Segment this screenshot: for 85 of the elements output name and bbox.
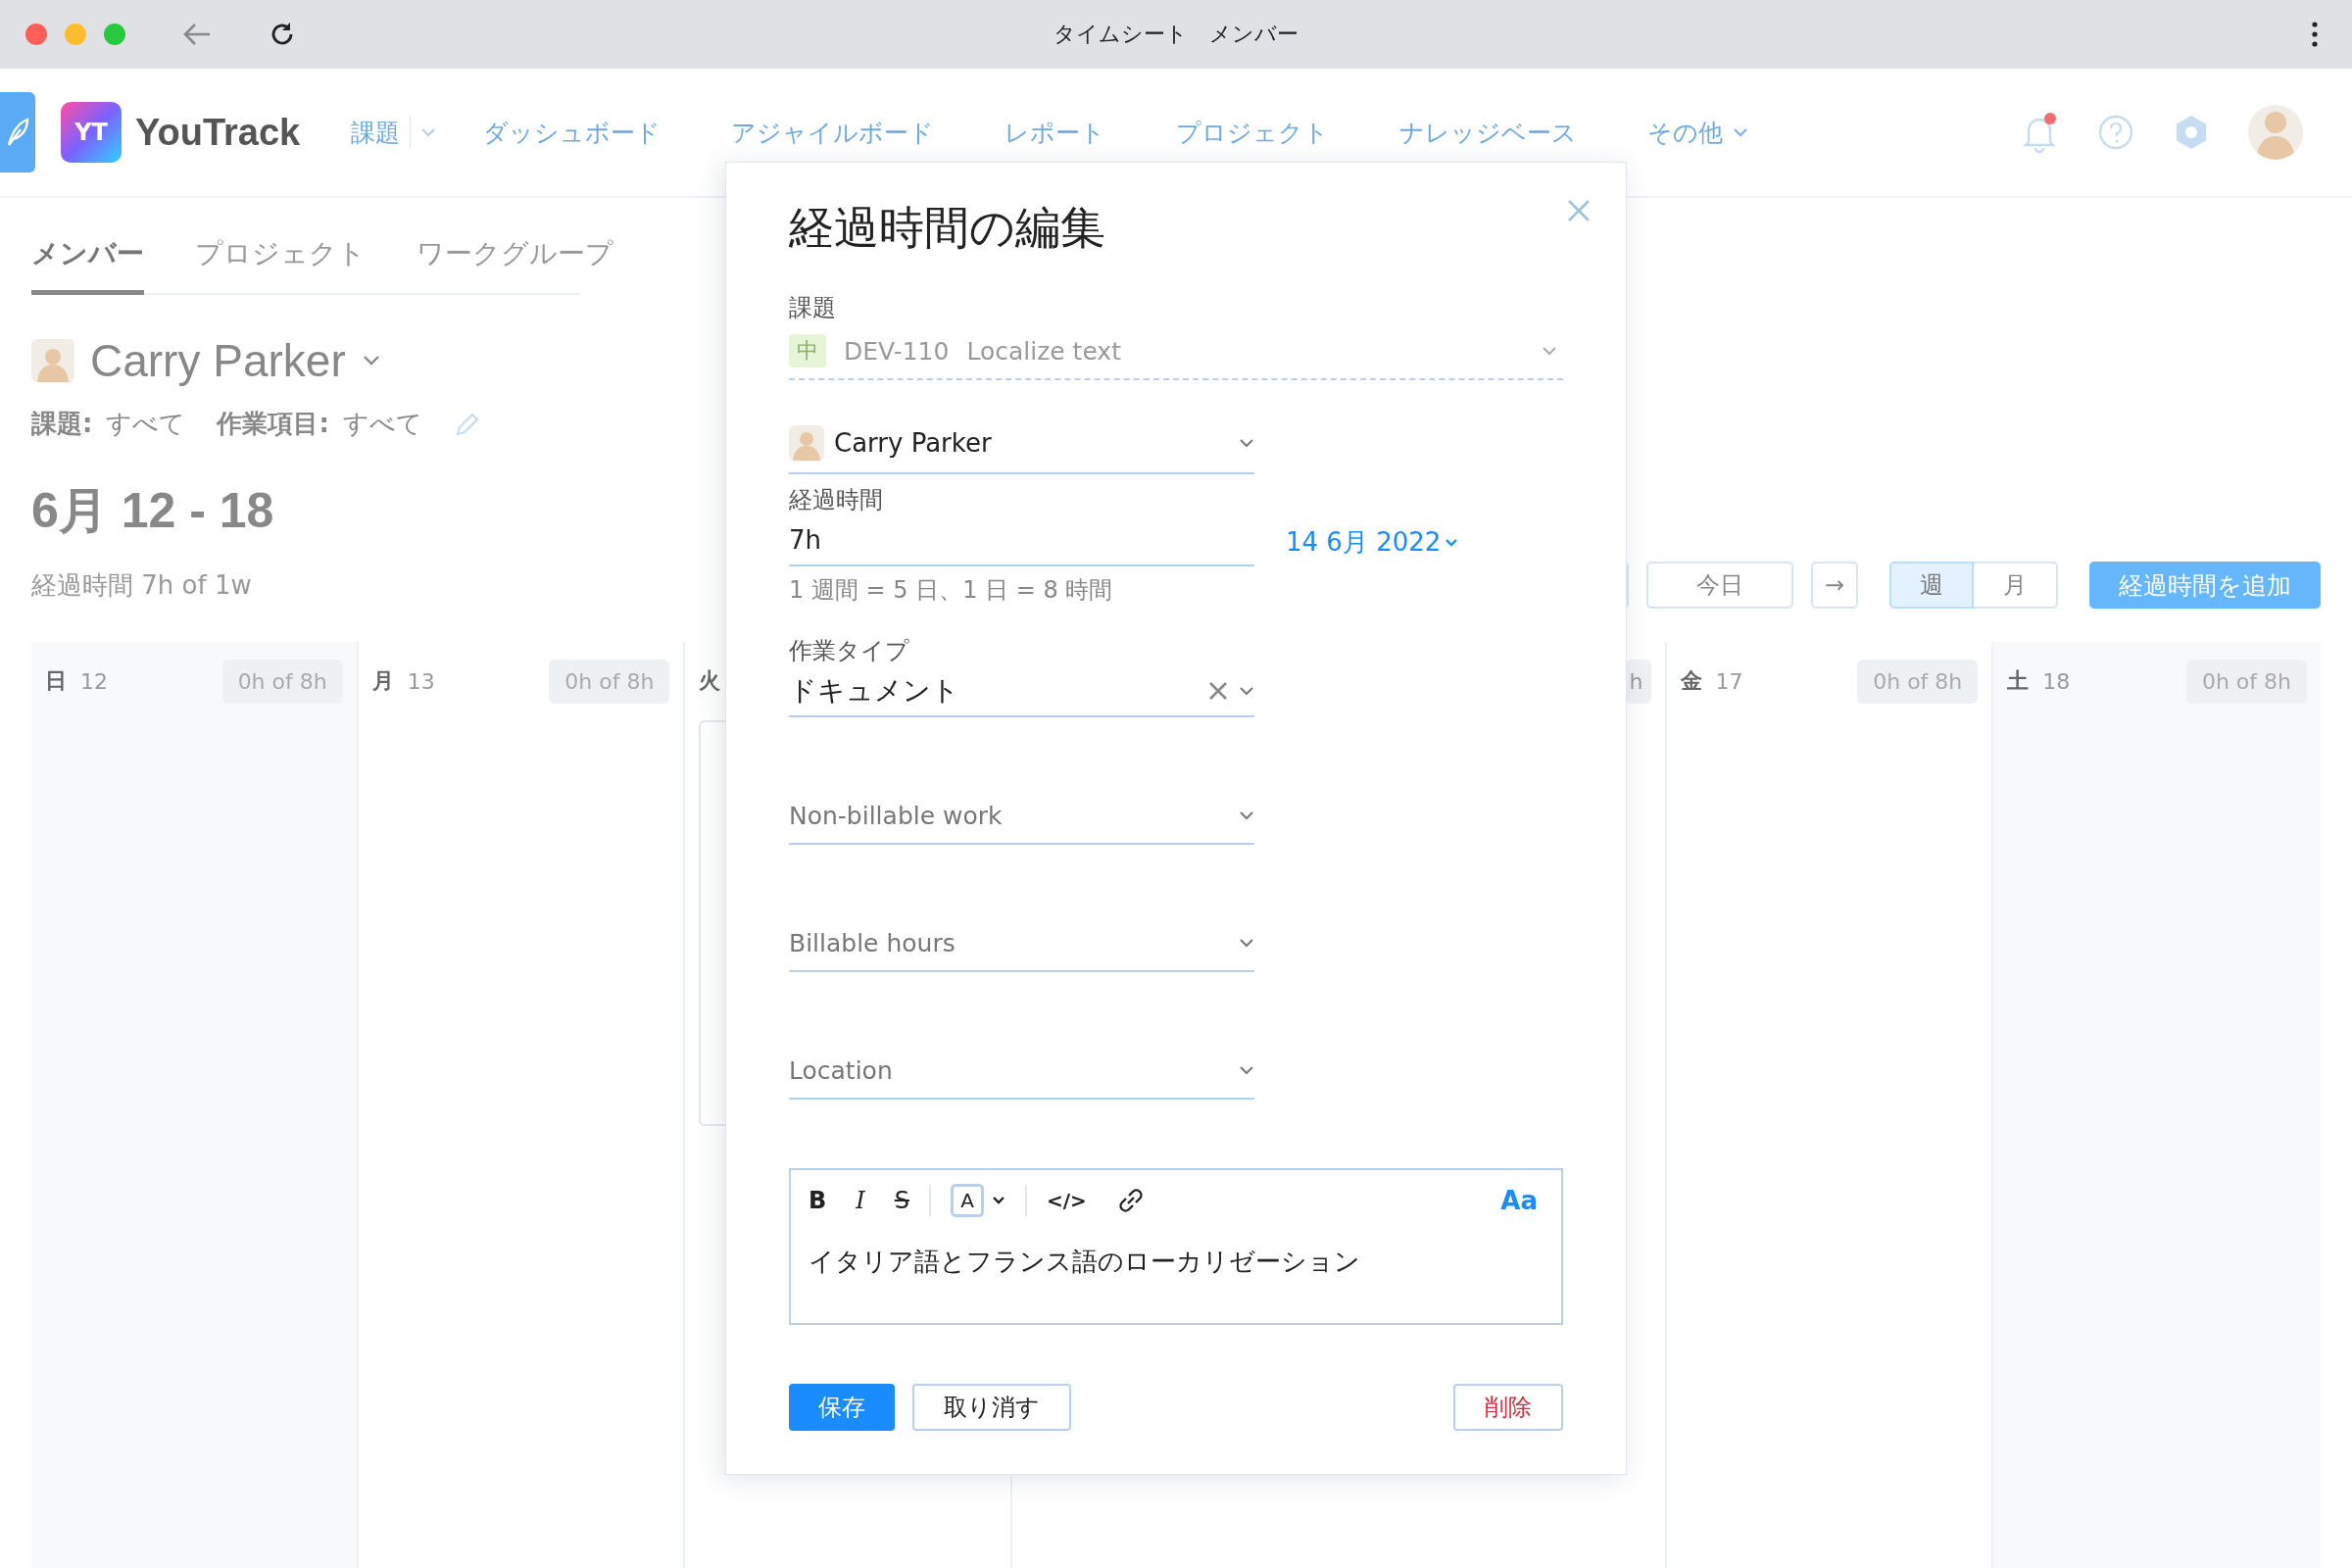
work-type-select[interactable]: ドキュメント	[789, 666, 1254, 717]
weekday: 日	[45, 667, 67, 695]
day-number: 17	[1715, 668, 1743, 694]
close-icon[interactable]	[1566, 198, 1592, 223]
format-button[interactable]: S	[894, 1187, 909, 1214]
nav-link[interactable]: ナレッジベース	[1399, 116, 1578, 149]
tab[interactable]: ワークグループ	[416, 235, 613, 295]
filter-value[interactable]: すべて	[342, 407, 422, 441]
tab[interactable]: メンバー	[31, 235, 144, 295]
nav-link[interactable]: レポート	[1004, 116, 1106, 149]
feather-icon	[6, 118, 29, 147]
hours-badge: 0h of 8h	[1857, 659, 1979, 704]
close-window-button[interactable]	[25, 24, 47, 45]
field-label: 経過時間	[789, 485, 884, 515]
field-label: 作業タイプ	[789, 636, 910, 666]
user-avatar	[31, 339, 74, 382]
hours-badge: h	[1625, 659, 1651, 704]
duration-hint: 1 週間 = 5 日、1 日 = 8 時間	[789, 575, 1114, 606]
help-icon[interactable]	[2097, 114, 2134, 151]
field-label: 課題	[789, 293, 837, 323]
filter-label: 課題:	[31, 408, 93, 440]
nav-link[interactable]: アジャイルボード	[731, 116, 935, 149]
logo-badge[interactable]: YT	[61, 102, 122, 163]
view-toggle[interactable]: 月	[1974, 562, 2058, 609]
issue-select[interactable]: 中 DEV-110 Localize text	[789, 323, 1563, 380]
hours-badge: 0h of 8h	[221, 659, 343, 704]
author-select[interactable]: Carry Parker	[789, 414, 1254, 474]
weekday: 土	[2007, 667, 2030, 695]
weekday: 月	[371, 667, 394, 695]
day-number: 13	[407, 668, 435, 694]
sidebar-toggle-button[interactable]	[0, 92, 35, 172]
view-toggle[interactable]: 週	[1889, 562, 1974, 609]
next-week-button[interactable]: →	[1811, 562, 1858, 609]
dialog-button[interactable]: 保存	[789, 1384, 895, 1431]
format-toggle-button[interactable]: Aa	[1500, 1186, 1538, 1215]
user-avatar	[789, 425, 824, 461]
custom-field-select[interactable]: Billable hours	[789, 915, 1254, 972]
clear-icon[interactable]	[1207, 680, 1229, 702]
minimize-window-button[interactable]	[65, 24, 86, 45]
day-number: 18	[2042, 668, 2071, 694]
back-arrow-icon[interactable]	[182, 22, 212, 47]
today-button[interactable]: 今日	[1646, 562, 1793, 609]
dialog-title: 経過時間の編集	[789, 200, 1106, 256]
user-avatar[interactable]	[2248, 105, 2303, 160]
tab[interactable]: プロジェクト	[195, 235, 366, 295]
date-picker[interactable]: 14 6月 2022	[1286, 525, 1459, 560]
caret-icon[interactable]	[992, 1196, 1005, 1205]
weekday: 金	[1680, 667, 1702, 695]
text-color-button[interactable]: A	[951, 1184, 984, 1217]
day-number: 12	[80, 668, 108, 694]
format-button[interactable]: B	[808, 1187, 827, 1214]
filter-value[interactable]: すべて	[106, 407, 186, 441]
logo-text[interactable]: YouTrack	[135, 111, 301, 154]
custom-field-select[interactable]: Location	[789, 1043, 1254, 1100]
filter-label: 作業項目:	[217, 408, 329, 440]
hours-badge: 0h of 8h	[549, 659, 670, 704]
nav-link[interactable]: プロジェクト	[1176, 116, 1330, 149]
chevron-icon	[1239, 686, 1254, 696]
period-heading: 6月 12 - 18	[31, 482, 274, 540]
chevron-icon	[1445, 537, 1459, 548]
nav-link[interactable]: 課題	[351, 116, 401, 149]
zoom-window-button[interactable]	[104, 24, 125, 45]
dialog-button[interactable]: 削除	[1453, 1384, 1563, 1431]
comment-editor[interactable]: B I S A </> Aa イタリア語とフランス語のローカリゼーション	[789, 1168, 1563, 1325]
window-title: タイムシート メンバー	[1053, 21, 1299, 48]
add-time-button[interactable]: 経過時間を追加	[2089, 562, 2321, 609]
weekday: 火	[699, 667, 721, 695]
chevron-icon	[1239, 438, 1254, 448]
format-button[interactable]: I	[856, 1187, 865, 1214]
user-name[interactable]: Carry Parker	[90, 334, 346, 387]
comment-text: イタリア語とフランス語のローカリゼーション	[808, 1246, 1361, 1278]
chevron-icon	[1239, 810, 1254, 820]
chevron-icon	[1542, 346, 1557, 356]
nav-link[interactable]: ダッシュボード	[483, 116, 662, 149]
nav-link[interactable]: その他	[1647, 116, 1724, 149]
time-summary: 経過時間 7h of 1w	[31, 568, 252, 602]
format-button[interactable]: </>	[1047, 1189, 1087, 1212]
more-menu-icon[interactable]	[2311, 22, 2319, 47]
hours-badge: 0h of 8h	[2185, 659, 2307, 704]
custom-field-select[interactable]: Non-billable work	[789, 788, 1254, 845]
chevron-icon	[1239, 1065, 1254, 1075]
duration-input[interactable]: 7h	[789, 515, 1254, 566]
dialog-button[interactable]: 取り消す	[912, 1384, 1071, 1431]
priority-tag: 中	[789, 334, 826, 368]
chevron-icon	[1239, 938, 1254, 948]
